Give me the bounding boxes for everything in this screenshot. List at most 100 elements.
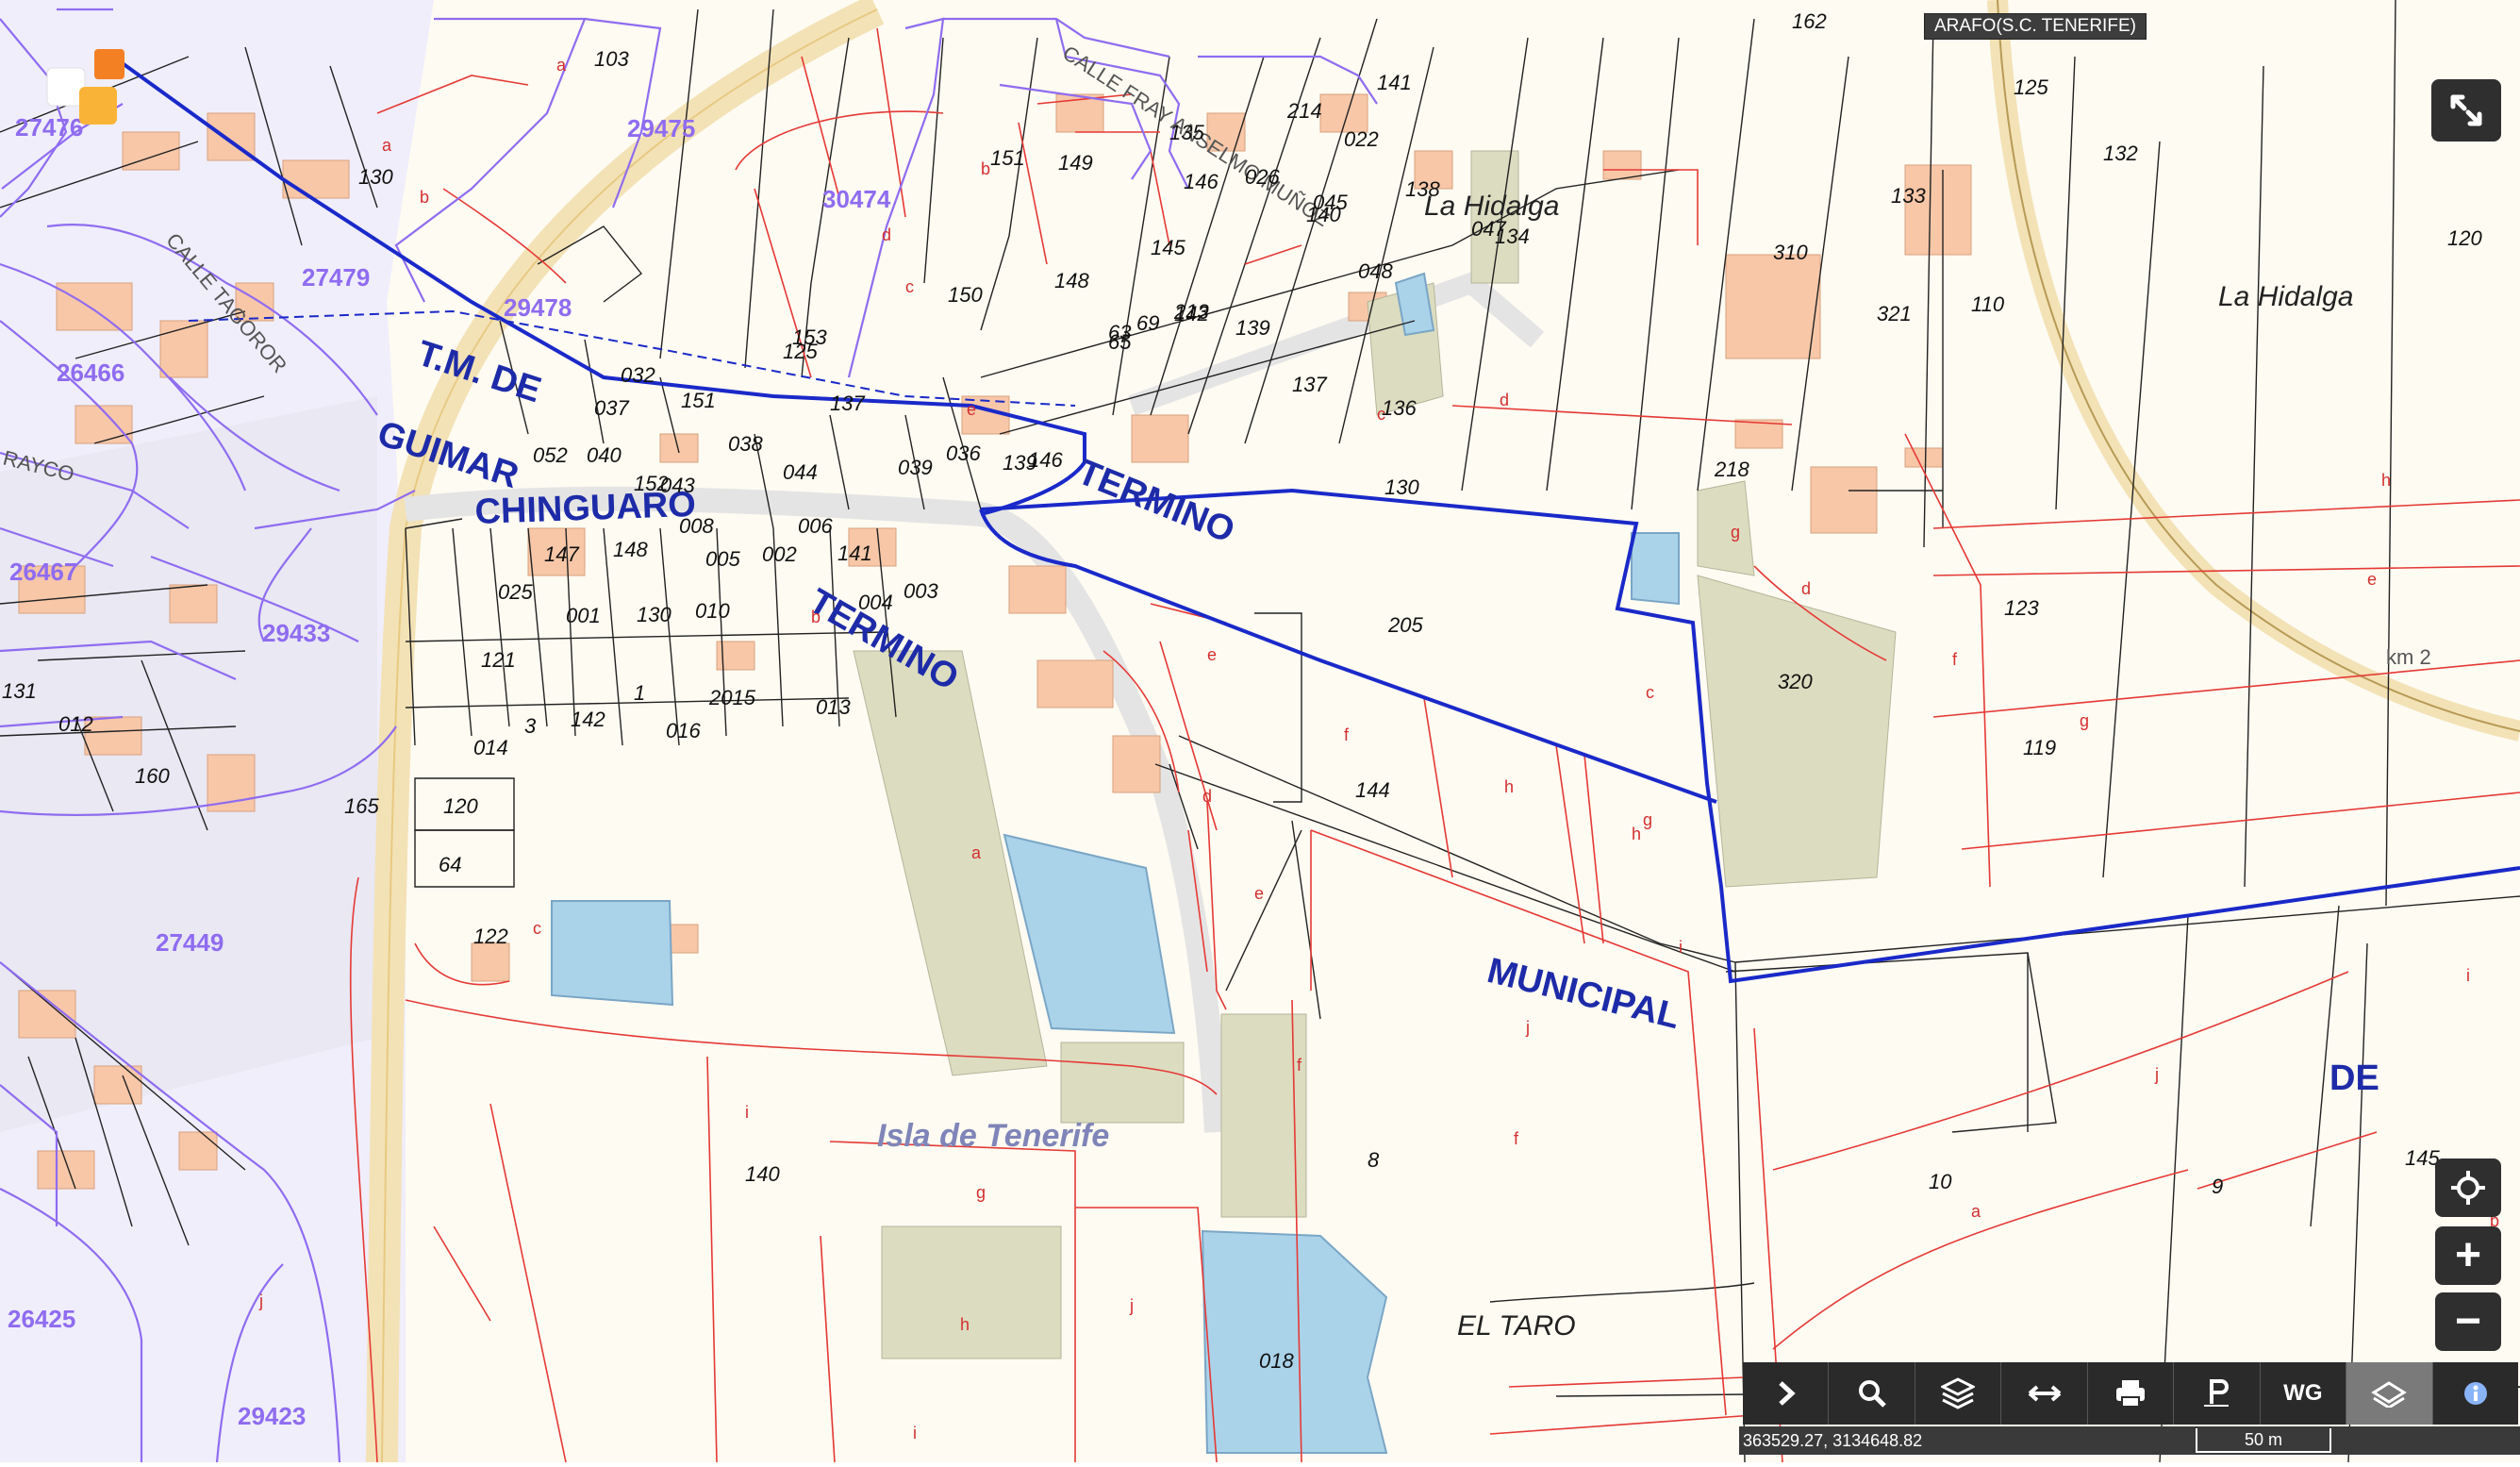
subparcel-letter: a <box>382 136 392 155</box>
zone-label: 29478 <box>504 293 572 322</box>
info-button[interactable] <box>2433 1362 2518 1425</box>
subparcel-letter: b <box>811 608 821 626</box>
measure-button[interactable] <box>2001 1362 2088 1425</box>
municipality-label: ARAFO(S.C. TENERIFE) <box>1924 13 2147 40</box>
parcel-number: 320 <box>1778 670 1813 693</box>
place-el-taro: EL TARO <box>1457 1310 1576 1342</box>
parcel-number: 038 <box>728 432 763 456</box>
parcel-number: 148 <box>613 538 648 561</box>
subparcel-letter: i <box>1679 938 1683 957</box>
parcel-number: 032 <box>621 363 655 387</box>
subparcel-letter: i <box>745 1103 749 1122</box>
parcel-number: 016 <box>666 719 701 742</box>
parcel-number: 165 <box>344 794 379 818</box>
parcel-number: 004 <box>858 591 893 614</box>
cadastre-button[interactable] <box>2346 1362 2433 1425</box>
measure-icon <box>2028 1385 2061 1402</box>
layers-icon <box>1941 1377 1976 1409</box>
expand-toolbar-button[interactable] <box>1743 1362 1830 1425</box>
cadastral-map[interactable]: T.M. DE GUIMAR CHINGUARO TERMINO TERMINO… <box>0 0 2520 1463</box>
parcel-number: 052 <box>533 443 568 467</box>
fullscreen-icon <box>2450 94 2482 126</box>
coordinates-readout: 363529.27, 3134648.82 <box>1739 1426 2520 1455</box>
parcel-number: 130 <box>358 165 393 189</box>
subparcel-letter: c <box>905 277 914 296</box>
parcel-number: 125 <box>783 340 818 363</box>
parcel-number: 69 <box>1136 311 1159 335</box>
print-icon <box>2115 1380 2145 1408</box>
subparcel-letter: d <box>1202 787 1212 806</box>
parcel-number: 310 <box>1773 241 1808 264</box>
subparcel-letter: h <box>2381 471 2391 490</box>
parcel-number: 130 <box>637 603 671 626</box>
parcel-number: 036 <box>946 442 981 465</box>
parcel-number: 123 <box>2004 596 2039 620</box>
parcel-number: 147 <box>544 542 579 566</box>
parcel-number: 160 <box>135 764 170 788</box>
search-button[interactable] <box>1829 1362 1915 1425</box>
parcel-number: 136 <box>1382 396 1417 420</box>
search-icon <box>1858 1380 1886 1408</box>
zoom-out-button[interactable]: − <box>2435 1292 2501 1351</box>
print-button[interactable] <box>2088 1362 2175 1425</box>
parking-button[interactable] <box>2174 1362 2261 1425</box>
wms-button[interactable]: WG <box>2261 1362 2347 1425</box>
parcel-number: 121 <box>481 648 516 672</box>
subparcel-letter: i <box>2466 966 2470 985</box>
parcel-number: 137 <box>830 392 865 415</box>
fullscreen-button[interactable] <box>2431 79 2501 142</box>
subparcel-letter: d <box>1500 391 1509 409</box>
subparcel-letter: e <box>1254 884 1264 903</box>
subparcel-letter: e <box>2367 570 2377 589</box>
locate-button[interactable] <box>2435 1159 2501 1217</box>
parcel-number: 213 <box>1173 300 1209 324</box>
parcel-number: 048 <box>1358 259 1393 283</box>
scale-bar: 50 m <box>2196 1428 2331 1453</box>
subparcel-letter: g <box>1731 523 1740 542</box>
label-de: DE <box>2329 1059 2379 1098</box>
app-logo <box>46 49 124 125</box>
parcel-number: 037 <box>594 396 629 420</box>
parcel-number: 125 <box>2014 75 2048 99</box>
subparcel-letter: j <box>1129 1296 1134 1315</box>
zone-label: 29423 <box>238 1402 306 1430</box>
parcel-number: 139 <box>1235 316 1270 340</box>
parcel-number: 150 <box>948 283 983 307</box>
parcel-number: 2015 <box>708 686 756 709</box>
zone-label: 27449 <box>156 928 224 957</box>
parcel-number: 012 <box>58 712 93 736</box>
parcel-number: 10 <box>1929 1170 1952 1193</box>
parcel-number: 122 <box>473 925 508 948</box>
zone-label: 27479 <box>302 263 370 292</box>
parcel-number: 018 <box>1259 1349 1294 1373</box>
parcel-number: 047 <box>1471 217 1506 241</box>
zoom-in-button[interactable]: + <box>2435 1226 2501 1285</box>
parcel-number: 8 <box>1368 1148 1380 1172</box>
parcel-number: 141 <box>1377 71 1412 94</box>
parcel-number: 151 <box>990 146 1025 170</box>
subparcel-letter: c <box>533 919 541 938</box>
parcel-number: 133 <box>1891 184 1926 208</box>
parcel-number: 026 <box>1245 165 1280 189</box>
place-isla-de-tenerife: Isla de Tenerife <box>877 1118 1109 1154</box>
crosshair-icon <box>2451 1171 2485 1205</box>
km-marker: km 2 <box>2386 645 2431 669</box>
subparcel-letter: h <box>1632 825 1641 843</box>
parcel-number: 003 <box>904 579 938 603</box>
parcel-number: 132 <box>2103 142 2138 165</box>
parcel-number: 119 <box>2023 736 2056 759</box>
parcel-number: 130 <box>1384 475 1419 499</box>
subparcel-letter: a <box>971 843 982 862</box>
parcel-number: 1 <box>634 681 645 705</box>
parcel-number: 137 <box>1292 373 1327 396</box>
parcel-number: 044 <box>783 460 818 484</box>
zone-label: 29433 <box>262 619 330 647</box>
parcel-number: 039 <box>898 456 933 479</box>
layers-button[interactable] <box>1915 1362 2002 1425</box>
subparcel-letter: a <box>1971 1202 1981 1221</box>
wms-label: WG <box>2283 1380 2323 1406</box>
subparcel-letter: g <box>1643 810 1652 829</box>
parcel-number: 043 <box>660 474 695 497</box>
parcel-number: 218 <box>1714 458 1749 481</box>
subparcel-letter: c <box>1377 405 1385 424</box>
